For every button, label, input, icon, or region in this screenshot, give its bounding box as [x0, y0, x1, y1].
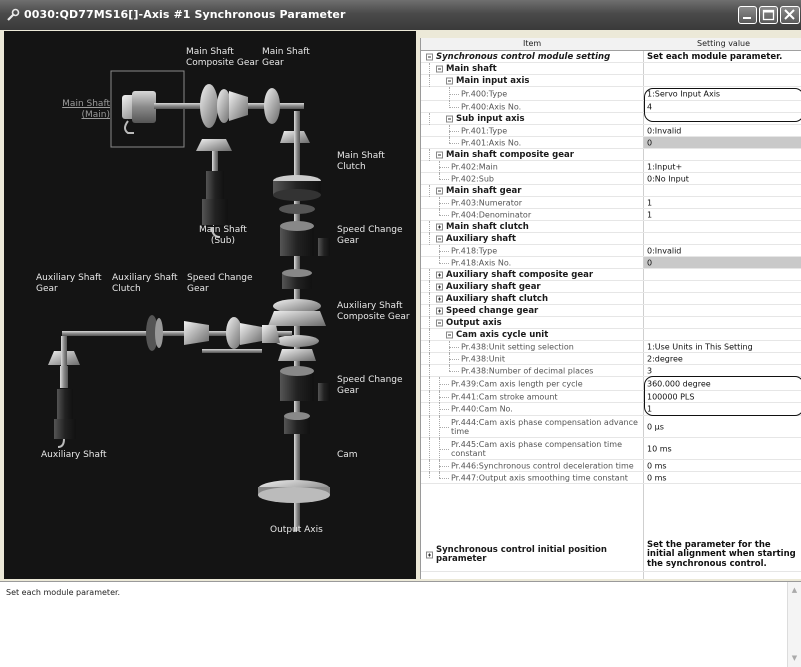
grid-row[interactable]: Main shaft: [421, 63, 801, 75]
minimize-button[interactable]: [738, 6, 757, 24]
scroll-up-icon[interactable]: ▲: [790, 586, 799, 595]
servo-input-axis-value[interactable]: 1:Servo Input Axis: [647, 89, 720, 98]
grid-row[interactable]: Cam axis cycle unit: [421, 329, 801, 341]
description-text: Set each module parameter.: [6, 588, 121, 597]
grid-row[interactable]: Pr.400:Axis No. 4: [421, 101, 801, 113]
label-main-shaft-clutch: Main Shaft Clutch: [337, 151, 385, 172]
wrench-icon: [7, 8, 20, 21]
maximize-icon: [762, 9, 775, 21]
label-main-shaft-composite-gear: Main Shaft Composite Gear: [186, 47, 259, 68]
label-main-shaft-gear: Main Shaft Gear: [262, 47, 310, 68]
maximize-button[interactable]: [759, 6, 778, 24]
collapse-icon[interactable]: [436, 187, 443, 194]
label-speed-change-gear-bottom: Speed Change Gear: [337, 375, 403, 396]
grid-row[interactable]: Auxiliary shaft: [421, 233, 801, 245]
collapse-icon[interactable]: [436, 235, 443, 242]
collapse-icon[interactable]: [436, 151, 443, 158]
label-speed-change-gear-aux: Speed Change Gear: [187, 273, 253, 294]
collapse-icon[interactable]: [426, 53, 433, 60]
grid-row[interactable]: Pr.418:Axis No. 0: [421, 257, 801, 269]
close-icon: [784, 9, 795, 20]
collapse-icon[interactable]: [446, 115, 453, 122]
grid-row[interactable]: Main shaft clutch: [421, 221, 801, 233]
link-main-shaft-main[interactable]: Main Shaft (Main): [54, 99, 110, 121]
synchronous-diagram: Main Shaft Composite Gear Main Shaft Gear …: [4, 31, 416, 579]
grid-row[interactable]: Pr.438:Number of decimal places 3: [421, 365, 801, 377]
grid-row[interactable]: Synchronous control initial position par…: [421, 538, 801, 572]
collapse-icon[interactable]: [436, 319, 443, 326]
grid-row[interactable]: Pr.401:Type 0:Invalid: [421, 125, 801, 137]
grid-row[interactable]: Main shaft composite gear: [421, 149, 801, 161]
expand-icon[interactable]: [436, 307, 443, 314]
grid-row[interactable]: Pr.402:Main 1:Input+: [421, 161, 801, 173]
minimize-icon: [743, 17, 751, 19]
label-auxiliary-shaft: Auxiliary Shaft: [41, 450, 107, 460]
close-button[interactable]: [780, 6, 800, 24]
scroll-down-icon[interactable]: ▼: [790, 654, 799, 663]
window-title: 0030:QD77MS16[]-Axis #1 Synchronous Para…: [24, 8, 346, 21]
grid-row[interactable]: Main input axis: [421, 75, 801, 87]
grid-row[interactable]: Main shaft gear: [421, 185, 801, 197]
expand-icon[interactable]: [436, 223, 443, 230]
parameter-grid: Item Setting value Synchronous control m…: [420, 38, 801, 579]
grid-row[interactable]: Auxiliary shaft gear: [421, 281, 801, 293]
column-header-item: Item: [523, 39, 542, 48]
label-auxiliary-shaft-gear: Auxiliary Shaft Gear: [36, 273, 102, 294]
grid-row[interactable]: Pr.438:Unit setting selection 1:Use Unit…: [421, 341, 801, 353]
grid-row[interactable]: Speed change gear: [421, 305, 801, 317]
label-speed-change-gear-top: Speed Change Gear: [337, 225, 403, 246]
grid-row[interactable]: Pr.447:Output axis smoothing time consta…: [421, 472, 801, 484]
label-main-shaft-sub: Main Shaft (Sub): [199, 225, 247, 246]
label-auxiliary-shaft-composite-gear: Auxiliary Shaft Composite Gear: [337, 301, 410, 322]
expand-icon[interactable]: [436, 295, 443, 302]
label-cam: Cam: [337, 450, 358, 460]
grid-row-spacer: [421, 484, 801, 544]
title-bar[interactable]: 0030:QD77MS16[]-Axis #1 Synchronous Para…: [0, 0, 801, 30]
expand-icon[interactable]: [436, 271, 443, 278]
grid-row[interactable]: Pr.439:Cam axis length per cycle 360.000…: [421, 377, 801, 391]
grid-row[interactable]: Pr.441:Cam stroke amount 100000 PLS: [421, 391, 801, 403]
grid-row[interactable]: Pr.445:Cam axis phase compensation time …: [421, 438, 801, 460]
grid-row[interactable]: Pr.401:Axis No. 0: [421, 137, 801, 149]
expand-icon[interactable]: [426, 551, 433, 558]
grid-row[interactable]: Pr.438:Unit 2:degree: [421, 353, 801, 365]
description-scrollbar[interactable]: ▲ ▼: [787, 582, 801, 667]
grid-row[interactable]: Pr.403:Numerator 1: [421, 197, 801, 209]
grid-row[interactable]: Pr.446:Synchronous control deceleration …: [421, 460, 801, 472]
grid-row[interactable]: Pr.440:Cam No. 1: [421, 403, 801, 416]
grid-row[interactable]: Pr.418:Type 0:Invalid: [421, 245, 801, 257]
collapse-icon[interactable]: [436, 65, 443, 72]
grid-row[interactable]: Sub input axis: [421, 113, 801, 125]
collapse-icon[interactable]: [446, 331, 453, 338]
grid-row[interactable]: Pr.402:Sub 0:No Input: [421, 173, 801, 185]
grid-row[interactable]: Auxiliary shaft composite gear: [421, 269, 801, 281]
grid-row[interactable]: Pr.404:Denominator 1: [421, 209, 801, 221]
collapse-icon[interactable]: [446, 77, 453, 84]
description-panel: Set each module parameter. ▲ ▼: [0, 581, 801, 667]
grid-row[interactable]: Pr.444:Cam axis phase compensation advan…: [421, 416, 801, 438]
column-header-setting-value: Setting value: [697, 39, 751, 48]
grid-header: Item Setting value: [421, 38, 801, 51]
grid-row-spacer: [421, 572, 801, 579]
grid-row[interactable]: Pr.400:Type 1:Servo Input Axis: [421, 87, 801, 101]
expand-icon[interactable]: [436, 283, 443, 290]
grid-row[interactable]: Auxiliary shaft clutch: [421, 293, 801, 305]
grid-row[interactable]: Synchronous control module setting Set e…: [421, 51, 801, 63]
label-auxiliary-shaft-clutch: Auxiliary Shaft Clutch: [112, 273, 178, 294]
label-output-axis: Output Axis: [270, 525, 323, 535]
grid-row[interactable]: Output axis: [421, 317, 801, 329]
